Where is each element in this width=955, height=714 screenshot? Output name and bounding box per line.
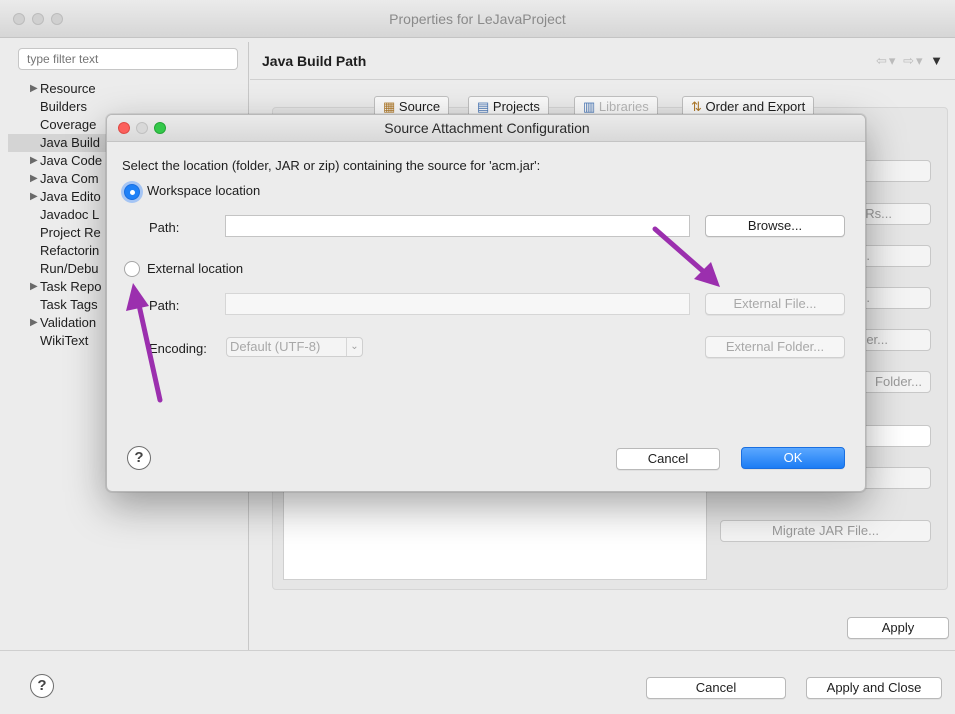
source-folder-icon: ▦ xyxy=(383,99,399,114)
window-titlebar: Properties for LeJavaProject xyxy=(0,0,955,38)
expand-triangle-icon[interactable]: ▶ xyxy=(30,170,38,188)
expand-triangle-icon[interactable]: ▶ xyxy=(30,152,38,170)
dialog-titlebar: Source Attachment Configuration xyxy=(107,115,865,142)
dialog-cancel-button[interactable]: Cancel xyxy=(616,448,720,470)
nav-arrows: ⇦▾ ⇨▾ ▼ xyxy=(876,53,945,69)
workspace-location-radio[interactable] xyxy=(124,184,140,200)
encoding-label: Encoding: xyxy=(149,341,207,356)
encoding-value: Default (UTF-8) xyxy=(230,339,321,354)
window-title: Properties for LeJavaProject xyxy=(389,11,566,27)
workspace-path-label: Path: xyxy=(149,220,180,235)
expand-triangle-icon[interactable]: ▶ xyxy=(30,314,38,332)
workspace-path-input[interactable] xyxy=(225,215,690,237)
apply-button[interactable]: Apply xyxy=(847,617,949,639)
view-menu-icon[interactable]: ▼ xyxy=(930,53,945,68)
libraries-icon: ▥ xyxy=(583,99,599,114)
external-location-radio[interactable] xyxy=(124,261,140,277)
external-folder-button[interactable]: External Folder... xyxy=(705,336,845,358)
dialog-ok-button[interactable]: OK xyxy=(741,447,845,469)
order-export-icon: ⇅ xyxy=(691,99,706,114)
page-title: Java Build Path xyxy=(262,53,367,69)
footer-bar: ? Cancel Apply and Close xyxy=(0,650,955,714)
external-path-label: Path: xyxy=(149,298,180,313)
dialog-title: Source Attachment Configuration xyxy=(384,120,590,136)
forward-arrow-icon[interactable]: ⇨▾ xyxy=(903,53,924,68)
encoding-select[interactable]: Default (UTF-8) ⌄ xyxy=(226,337,363,357)
tree-item-resource[interactable]: ▶ Resource xyxy=(8,80,248,98)
projects-icon: ▤ xyxy=(477,99,493,114)
dialog-instruction: Select the location (folder, JAR or zip)… xyxy=(122,158,541,173)
workspace-location-label: Workspace location xyxy=(147,183,261,198)
page-header: Java Build Path ⇦▾ ⇨▾ ▼ xyxy=(250,42,955,80)
external-path-input[interactable] xyxy=(225,293,690,315)
source-attachment-dialog: Source Attachment Configuration Select t… xyxy=(106,114,866,492)
help-icon[interactable]: ? xyxy=(30,674,54,698)
expand-triangle-icon[interactable]: ▶ xyxy=(30,80,38,98)
external-location-label: External location xyxy=(147,261,244,276)
expand-triangle-icon[interactable]: ▶ xyxy=(30,278,38,296)
migrate-jar-file-button[interactable]: Migrate JAR File... xyxy=(720,520,931,542)
cancel-button[interactable]: Cancel xyxy=(646,677,786,699)
expand-triangle-icon[interactable]: ▶ xyxy=(30,188,38,206)
external-file-button[interactable]: External File... xyxy=(705,293,845,315)
filter-input[interactable] xyxy=(18,48,238,70)
browse-button[interactable]: Browse... xyxy=(705,215,845,237)
chevron-down-icon: ⌄ xyxy=(346,338,362,356)
dialog-help-icon[interactable]: ? xyxy=(127,446,151,470)
back-arrow-icon[interactable]: ⇦▾ xyxy=(876,53,897,68)
apply-and-close-button[interactable]: Apply and Close xyxy=(806,677,942,699)
